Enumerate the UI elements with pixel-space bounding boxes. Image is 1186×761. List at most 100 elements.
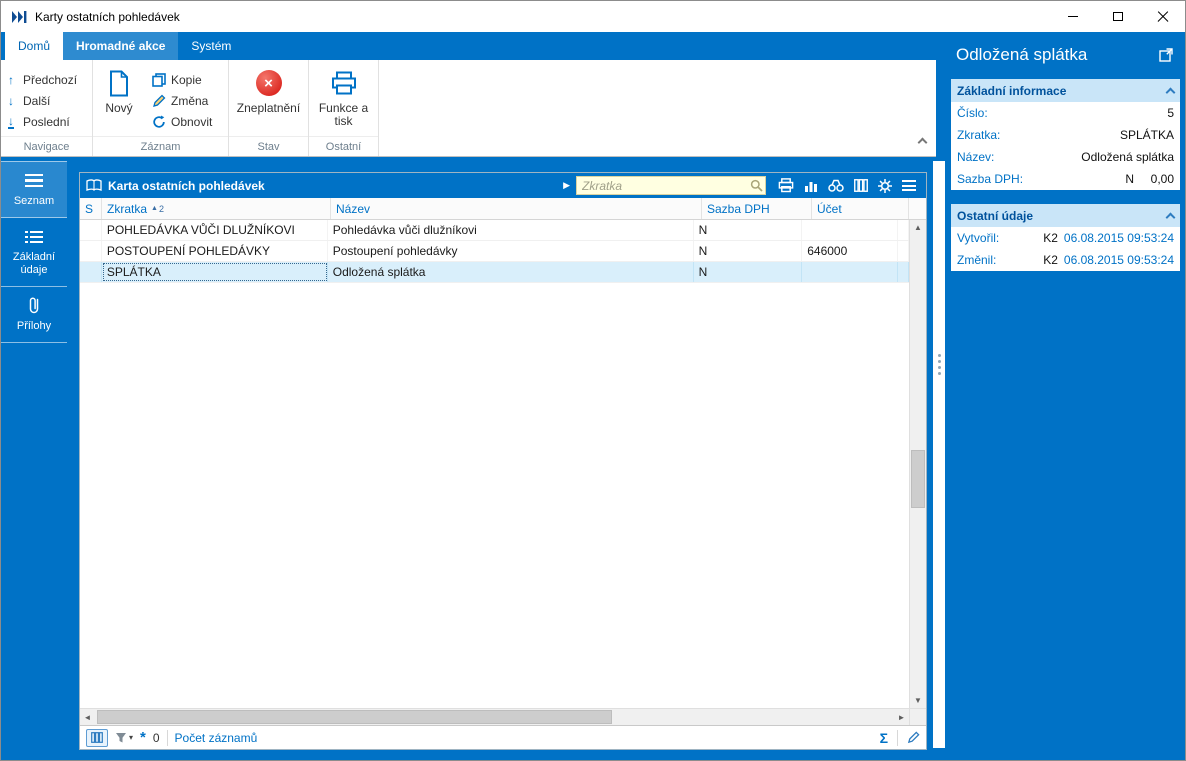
edit-label: Změna [171, 93, 209, 108]
vertical-scrollbar[interactable]: ▲ ▼ [909, 220, 926, 708]
section-header[interactable]: Základní informace [951, 79, 1180, 102]
filter-count: 0 [152, 730, 160, 745]
refresh-icon [153, 114, 165, 128]
last-label: Poslední [23, 114, 70, 129]
record-count-label[interactable]: Počet záznamů [175, 731, 258, 745]
section-title: Ostatní údaje [957, 208, 1034, 223]
search-box [576, 176, 766, 195]
column-header-s[interactable]: S [80, 198, 102, 219]
horizontal-scroll-thumb[interactable] [97, 710, 612, 724]
section-title: Základní informace [957, 83, 1067, 98]
horizontal-scrollbar[interactable]: ◄ ► [80, 708, 926, 725]
menu-icon [3, 171, 65, 190]
workspace: Domů Hromadné akce Systém ↑ Předchozí ↓ … [1, 32, 1185, 760]
table-row-selected[interactable]: SPLÁTKA Odložená splátka N [80, 262, 910, 283]
section-header[interactable]: Ostatní údaje [951, 204, 1180, 227]
scroll-left-icon[interactable]: ◄ [80, 713, 95, 722]
sum-button[interactable]: Σ [880, 730, 888, 746]
sidebar: Seznam Základní údaje Přílohy [1, 161, 67, 343]
copy-label: Kopie [171, 72, 202, 87]
refresh-button[interactable]: Obnovit [145, 111, 219, 132]
filter-button[interactable]: ▾ [115, 732, 133, 744]
maximize-icon [1112, 12, 1123, 21]
field-nazev[interactable]: Název: Odložená splátka [951, 146, 1180, 168]
ribbon-group-navigace: ↑ Předchozí ↓ Další ↓ Poslední Navigace [1, 60, 93, 156]
refresh-label: Obnovit [171, 114, 213, 129]
field-zmenil[interactable]: Změnil: K2 06.08.2015 09:53:24 [951, 249, 1180, 271]
chevron-down-icon: ▾ [129, 733, 134, 742]
column-header-zkratka[interactable]: Zkratka ▲ 2 [102, 198, 331, 219]
previous-label: Předchozí [23, 72, 78, 87]
sidebar-item-label: Přílohy [16, 320, 52, 332]
group-label-ostatni: Ostatní [325, 141, 362, 153]
tab-domu[interactable]: Domů [5, 32, 64, 60]
sidebar-item-seznam[interactable]: Seznam [1, 161, 67, 218]
field-cislo[interactable]: Číslo: 5 [951, 102, 1180, 124]
column-header-ucet[interactable]: Účet [812, 198, 909, 219]
scroll-down-icon[interactable]: ▼ [914, 693, 922, 708]
next-button[interactable]: ↓ Další [1, 90, 92, 111]
status-bar: ▾ * 0 Počet záznamů Σ [80, 725, 926, 749]
up-arrow-icon: ↑ [8, 72, 14, 87]
minimize-button[interactable] [1050, 1, 1095, 32]
tab-hromadne-akce[interactable]: Hromadné akce [63, 32, 179, 60]
copy-button[interactable]: Kopie [145, 69, 219, 90]
edit-pencil-icon[interactable] [907, 731, 920, 744]
edit-button[interactable]: Změna [145, 90, 219, 111]
asterisk-filter-icon[interactable]: * [140, 730, 146, 745]
hamburger-menu-icon[interactable] [902, 180, 916, 191]
table-row[interactable]: POHLEDÁVKA VŮČI DLUŽNÍKOVI Pohledávka vů… [80, 220, 910, 241]
invalidate-label: Zneplatnění [236, 101, 301, 115]
close-button[interactable] [1140, 1, 1185, 32]
app-window: Karty ostatních pohledávek Domů Hromadné… [0, 0, 1186, 761]
field-sazba-dph[interactable]: Sazba DPH: N 0,00 [951, 168, 1180, 190]
chart-icon[interactable] [804, 180, 818, 192]
browse-card: Karta ostatních pohledávek ▶ Zkratka S Z… [79, 172, 927, 750]
columns-icon[interactable] [854, 179, 868, 192]
group-label-zaznam: Záznam [140, 141, 181, 153]
minimize-icon [1067, 16, 1078, 17]
panel-splitter[interactable] [933, 161, 945, 748]
play-arrow-icon[interactable]: ▶ [563, 180, 570, 191]
vertical-scroll-thumb[interactable] [911, 450, 925, 508]
sidebar-item-label: Seznam [13, 195, 55, 207]
collapse-chevron-icon [1165, 212, 1176, 223]
ribbon-group-ostatni: Funkce a tisk Ostatní [309, 60, 379, 156]
open-in-window-icon[interactable] [1159, 48, 1173, 62]
previous-button[interactable]: ↑ Předchozí [1, 69, 92, 90]
columns-toggle-button[interactable] [86, 728, 108, 747]
scroll-up-icon[interactable]: ▲ [914, 220, 922, 235]
close-icon [1157, 11, 1169, 23]
maximize-button[interactable] [1095, 1, 1140, 32]
ribbon: ↑ Předchozí ↓ Další ↓ Poslední Navigace [1, 60, 936, 157]
sort-asc-icon: ▲ [151, 205, 158, 212]
tab-system[interactable]: Systém [178, 32, 244, 60]
functions-print-button[interactable]: Funkce a tisk [309, 60, 378, 128]
app-icon [11, 10, 27, 24]
invalidate-button[interactable]: Zneplatnění [229, 60, 308, 115]
print-icon[interactable] [778, 178, 794, 193]
search-input[interactable] [576, 176, 766, 195]
ribbon-filler [379, 60, 936, 156]
printer-icon [331, 67, 357, 99]
new-label: Nový [105, 101, 133, 115]
down-to-line-arrow-icon: ↓ [8, 114, 14, 129]
functions-print-label: Funkce a tisk [318, 101, 369, 128]
binoculars-icon[interactable] [828, 179, 844, 192]
sidebar-item-prilohy[interactable]: Přílohy [1, 287, 67, 343]
field-zkratka[interactable]: Zkratka: SPLÁTKA [951, 124, 1180, 146]
section-zakladni-informace: Základní informace Číslo: 5 Zkratka: SPL… [951, 79, 1180, 190]
last-button[interactable]: ↓ Poslední [1, 111, 92, 132]
column-header-nazev[interactable]: Název [331, 198, 702, 219]
ribbon-group-zaznam: Nový Kopie Změna Obnovit Záznam [93, 60, 229, 156]
scroll-right-icon[interactable]: ► [894, 713, 909, 722]
gear-icon[interactable] [878, 178, 892, 193]
browse-header: Karta ostatních pohledávek ▶ [80, 173, 926, 198]
sidebar-item-zakladni-udaje[interactable]: Základní údaje [1, 218, 67, 287]
ribbon-collapse-button[interactable] [917, 133, 928, 151]
table-row[interactable]: POSTOUPENÍ POHLEDÁVKY Postoupení pohledá… [80, 241, 910, 262]
column-header-sazba-dph[interactable]: Sazba DPH [702, 198, 812, 219]
titlebar: Karty ostatních pohledávek [1, 1, 1185, 32]
browse-toolbar [778, 178, 916, 193]
field-vytvoril[interactable]: Vytvořil: K2 06.08.2015 09:53:24 [951, 227, 1180, 249]
